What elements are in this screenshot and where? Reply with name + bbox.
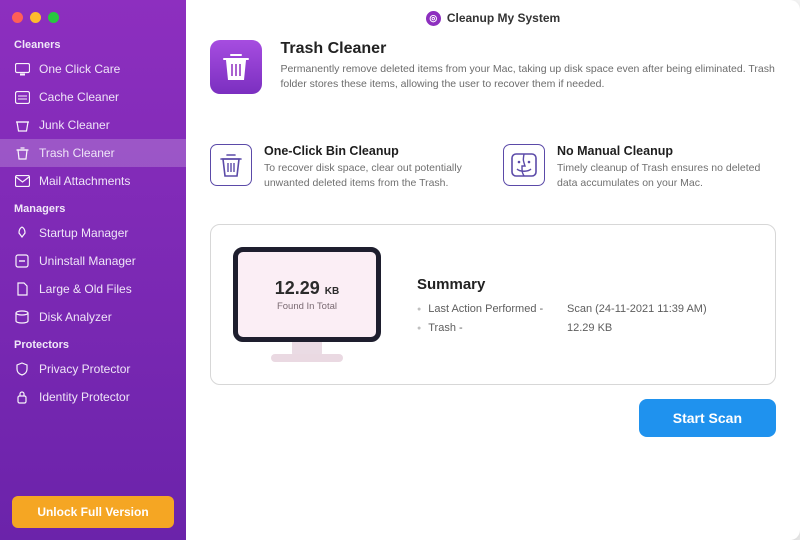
feature-title: No Manual Cleanup bbox=[557, 144, 776, 158]
features-row: One-Click Bin Cleanup To recover disk sp… bbox=[210, 144, 776, 190]
sidebar-section-managers: Managers bbox=[0, 195, 186, 219]
shield-icon bbox=[14, 361, 30, 377]
trash-icon bbox=[14, 145, 30, 161]
sidebar-item-label: Large & Old Files bbox=[39, 282, 132, 296]
sidebar-item-privacy-protector[interactable]: Privacy Protector bbox=[0, 355, 186, 383]
unlock-full-version-button[interactable]: Unlock Full Version bbox=[12, 496, 174, 528]
sidebar-item-label: Cache Cleaner bbox=[39, 90, 119, 104]
cache-icon bbox=[14, 89, 30, 105]
sidebar-item-label: Disk Analyzer bbox=[39, 310, 112, 324]
feature-title: One-Click Bin Cleanup bbox=[264, 144, 483, 158]
sidebar-item-label: Startup Manager bbox=[39, 226, 128, 240]
feature-no-manual: No Manual Cleanup Timely cleanup of Tras… bbox=[503, 144, 776, 190]
large-icon bbox=[14, 281, 30, 297]
summary-row-value: 12.29 KB bbox=[567, 322, 747, 334]
start-scan-button[interactable]: Start Scan bbox=[639, 399, 776, 437]
sidebar-item-disk-analyzer[interactable]: Disk Analyzer bbox=[0, 303, 186, 331]
hero: Trash Cleaner Permanently remove deleted… bbox=[210, 40, 776, 94]
found-caption: Found In Total bbox=[277, 301, 337, 312]
main-content: ◎ Cleanup My System Trash Cleaner Perman… bbox=[186, 0, 800, 540]
close-window-button[interactable] bbox=[12, 12, 23, 23]
sidebar-item-trash-cleaner[interactable]: Trash Cleaner bbox=[0, 139, 186, 167]
uninstall-icon bbox=[14, 253, 30, 269]
app-title: Cleanup My System bbox=[447, 11, 560, 25]
sidebar-section-protectors: Protectors bbox=[0, 331, 186, 355]
sidebar-item-one-click-care[interactable]: One Click Care bbox=[0, 55, 186, 83]
summary-row-label: Trash - bbox=[417, 322, 567, 334]
lock-icon bbox=[14, 389, 30, 405]
feature-desc: Timely cleanup of Trash ensures no delet… bbox=[557, 161, 776, 190]
summary-card: 12.29 KB Found In Total Summary Last Act… bbox=[210, 224, 776, 385]
feature-bin-cleanup: One-Click Bin Cleanup To recover disk sp… bbox=[210, 144, 483, 190]
disk-icon bbox=[14, 309, 30, 325]
mail-icon bbox=[14, 173, 30, 189]
finder-icon bbox=[503, 144, 545, 186]
bin-cleanup-icon bbox=[210, 144, 252, 186]
summary-heading: Summary bbox=[417, 276, 747, 293]
found-value: 12.29 bbox=[275, 278, 320, 298]
minimize-window-button[interactable] bbox=[30, 12, 41, 23]
sidebar-item-identity-protector[interactable]: Identity Protector bbox=[0, 383, 186, 411]
sidebar-item-startup-manager[interactable]: Startup Manager bbox=[0, 219, 186, 247]
sidebar-item-label: Trash Cleaner bbox=[39, 146, 115, 160]
page-title: Trash Cleaner bbox=[280, 40, 776, 58]
sidebar-item-label: Uninstall Manager bbox=[39, 254, 136, 268]
page-description: Permanently remove deleted items from yo… bbox=[280, 62, 776, 92]
sidebar-item-cache-cleaner[interactable]: Cache Cleaner bbox=[0, 83, 186, 111]
sidebar-item-junk-cleaner[interactable]: Junk Cleaner bbox=[0, 111, 186, 139]
sidebar-item-label: Mail Attachments bbox=[39, 174, 130, 188]
summary-row-label: Last Action Performed - bbox=[417, 303, 567, 315]
sidebar-item-label: Identity Protector bbox=[39, 390, 130, 404]
sidebar-item-mail-attachments[interactable]: Mail Attachments bbox=[0, 167, 186, 195]
monitor-icon bbox=[14, 61, 30, 77]
maximize-window-button[interactable] bbox=[48, 12, 59, 23]
feature-desc: To recover disk space, clear out potenti… bbox=[264, 161, 483, 190]
sidebar: Cleaners One Click Care Cache Cleaner Ju… bbox=[0, 0, 186, 540]
app-icon: ◎ bbox=[426, 11, 441, 26]
sidebar-item-label: One Click Care bbox=[39, 62, 120, 76]
sidebar-item-label: Junk Cleaner bbox=[39, 118, 110, 132]
sidebar-item-label: Privacy Protector bbox=[39, 362, 130, 376]
summary-row-value: Scan (24-11-2021 11:39 AM) bbox=[567, 303, 747, 315]
found-unit: KB bbox=[325, 286, 339, 297]
trash-cleaner-hero-icon bbox=[210, 40, 262, 94]
summary-monitor-graphic: 12.29 KB Found In Total bbox=[233, 247, 381, 362]
sidebar-section-cleaners: Cleaners bbox=[0, 31, 186, 55]
sidebar-item-large-old-files[interactable]: Large & Old Files bbox=[0, 275, 186, 303]
sidebar-item-uninstall-manager[interactable]: Uninstall Manager bbox=[0, 247, 186, 275]
window-controls bbox=[0, 10, 186, 31]
rocket-icon bbox=[14, 225, 30, 241]
titlebar: ◎ Cleanup My System bbox=[186, 0, 800, 36]
junk-icon bbox=[14, 117, 30, 133]
